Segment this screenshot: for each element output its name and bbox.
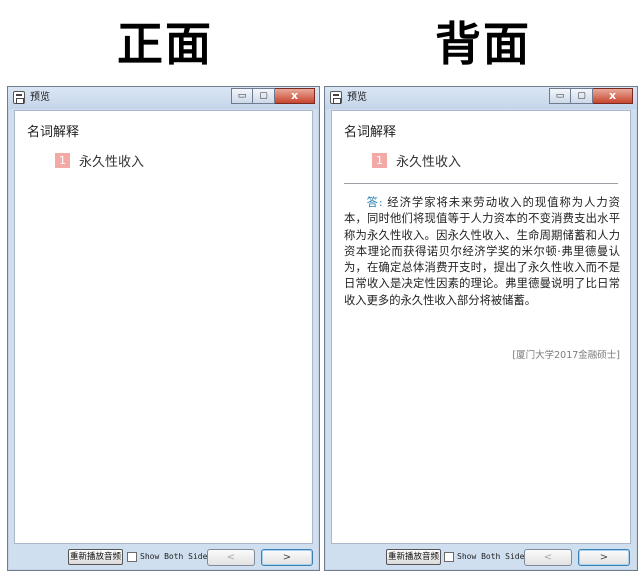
answer-paragraph: 答: 经济学家将未来劳动收入的现值称为人力资本，同时他们将现值等于人力资本的不变… (344, 195, 620, 309)
card-back-content: 名词解释 1 永久性收入 答: 经济学家将未来劳动收入的现值称为人力资本，同时他… (331, 110, 631, 544)
maximize-button[interactable]: ▢ (253, 88, 275, 104)
back-heading: 背面 (435, 17, 531, 71)
close-button[interactable]: x (593, 88, 633, 104)
next-button[interactable]: > (261, 549, 313, 566)
term-number-badge: 1 (55, 153, 70, 168)
window-controls: ▭ ▢ x (231, 88, 315, 105)
window-controls: ▭ ▢ x (549, 88, 633, 105)
show-both-sides-checkbox[interactable] (127, 552, 137, 562)
preview-window-back: 预览 ▭ ▢ x 名词解释 1 永久性收入 答: 经济学家将未来劳动收入的现值称… (324, 86, 638, 571)
close-button[interactable]: x (275, 88, 315, 104)
replay-audio-button[interactable]: 重新播放音频 (68, 549, 123, 565)
app-icon (13, 91, 25, 104)
minimize-button[interactable]: ▭ (549, 88, 571, 104)
term-number-badge: 1 (372, 153, 387, 168)
show-both-sides-label[interactable]: Show Both Sides (457, 550, 529, 564)
bottom-toolbar: 重新播放音频 Show Both Sides < > (8, 544, 319, 570)
card-front-content: 名词解释 1 永久性收入 (14, 110, 313, 544)
show-both-sides-label[interactable]: Show Both Sides (140, 550, 212, 564)
term-text: 永久性收入 (396, 155, 462, 170)
title-bar: 预览 ▭ ▢ x (8, 87, 319, 109)
replay-audio-button[interactable]: 重新播放音频 (386, 549, 441, 565)
answer-text: 经济学家将未来劳动收入的现值称为人力资本，同时他们将现值等于人力资本的不变消费支… (344, 196, 620, 307)
app-icon (330, 91, 342, 104)
answer-divider (344, 183, 618, 184)
front-heading: 正面 (117, 17, 213, 71)
source-citation: [厦门大学2017金融硕士] (512, 350, 620, 361)
section-title: 名词解释 (344, 125, 397, 140)
preview-window-front: 预览 ▭ ▢ x 名词解释 1 永久性收入 重新播放音频 Show Both S… (7, 86, 320, 571)
next-button[interactable]: > (578, 549, 630, 566)
term-row: 1 永久性收入 (372, 151, 461, 170)
show-both-sides-checkbox[interactable] (444, 552, 454, 562)
window-title: 预览 (30, 92, 50, 103)
window-title: 预览 (347, 92, 367, 103)
previous-button[interactable]: < (524, 549, 572, 566)
term-row: 1 永久性收入 (55, 151, 144, 170)
previous-button[interactable]: < (207, 549, 255, 566)
title-bar: 预览 ▭ ▢ x (325, 87, 637, 109)
answer-label: 答: (366, 196, 383, 209)
bottom-toolbar: 重新播放音频 Show Both Sides < > (325, 544, 637, 570)
term-text: 永久性收入 (79, 155, 145, 170)
maximize-button[interactable]: ▢ (571, 88, 593, 104)
section-title: 名词解释 (27, 125, 80, 140)
minimize-button[interactable]: ▭ (231, 88, 253, 104)
